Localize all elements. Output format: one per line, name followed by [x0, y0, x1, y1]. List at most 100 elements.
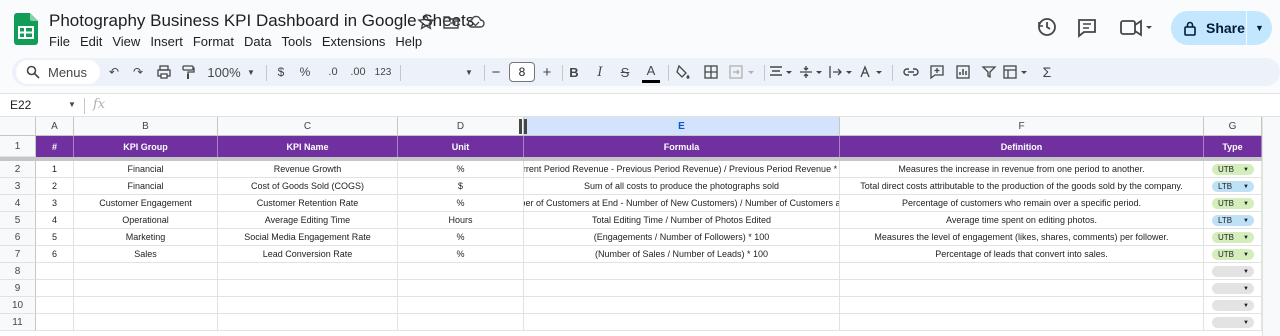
table-cell[interactable]: [218, 263, 398, 280]
table-cell[interactable]: %: [398, 246, 524, 263]
filter-views-icon[interactable]: [1002, 64, 1032, 80]
name-box[interactable]: E22: [10, 98, 31, 112]
column-header-d[interactable]: D: [398, 117, 524, 136]
type-dropdown-chip[interactable]: UTB ▼: [1212, 164, 1254, 175]
insert-comment-icon[interactable]: [928, 64, 946, 80]
decrease-decimal-button[interactable]: .0: [322, 58, 344, 86]
star-icon[interactable]: [417, 13, 435, 31]
menu-help[interactable]: Help: [390, 32, 427, 51]
column-header-g[interactable]: G: [1204, 117, 1262, 136]
number-format-button[interactable]: 123: [372, 58, 394, 86]
column-header-b[interactable]: B: [74, 117, 218, 136]
table-cell[interactable]: Cost of Goods Sold (COGS): [218, 178, 398, 195]
type-cell[interactable]: UTB ▼: [1204, 195, 1262, 212]
table-cell[interactable]: 3: [36, 195, 74, 212]
percent-format-button[interactable]: %: [298, 58, 312, 86]
text-wrapping-icon[interactable]: [828, 64, 856, 80]
type-cell[interactable]: ▼: [1204, 280, 1262, 297]
table-cell[interactable]: Measures the increase in revenue from on…: [840, 161, 1204, 178]
undo-icon[interactable]: ↶: [104, 58, 124, 86]
table-cell[interactable]: [74, 297, 218, 314]
table-cell[interactable]: $: [398, 178, 524, 195]
merge-cells-icon[interactable]: [728, 64, 758, 80]
table-cell[interactable]: Total Editing Time / Number of Photos Ed…: [524, 212, 840, 229]
table-cell[interactable]: Social Media Engagement Rate: [218, 229, 398, 246]
row-header-10[interactable]: 10: [0, 297, 36, 314]
table-cell[interactable]: [218, 314, 398, 331]
zoom-caret-icon[interactable]: ▼: [244, 58, 258, 86]
table-cell[interactable]: Customer Engagement: [74, 195, 218, 212]
table-cell[interactable]: 1: [36, 161, 74, 178]
text-rotation-icon[interactable]: [858, 64, 886, 80]
type-dropdown-chip[interactable]: LTB ▼: [1212, 181, 1254, 192]
type-cell[interactable]: ▼: [1204, 263, 1262, 280]
column-header-f[interactable]: F: [840, 117, 1204, 136]
comments-icon[interactable]: [1076, 12, 1098, 44]
menu-extensions[interactable]: Extensions: [317, 32, 391, 51]
select-all-corner[interactable]: [0, 117, 36, 136]
meet-video-icon[interactable]: [1118, 12, 1156, 44]
vertical-align-icon[interactable]: [798, 64, 826, 80]
table-cell[interactable]: [36, 280, 74, 297]
table-cell[interactable]: %: [398, 195, 524, 212]
share-dropdown-icon[interactable]: ▼: [1247, 23, 1272, 33]
table-cell[interactable]: Average time spent on editing photos.: [840, 212, 1204, 229]
row-header-3[interactable]: 3: [0, 178, 36, 195]
share-button[interactable]: Share ▼: [1171, 11, 1272, 45]
table-cell[interactable]: [524, 280, 840, 297]
print-icon[interactable]: [154, 64, 174, 80]
table-cell[interactable]: Customer Retention Rate: [218, 195, 398, 212]
table-cell[interactable]: Average Editing Time: [218, 212, 398, 229]
type-cell[interactable]: LTB ▼: [1204, 178, 1262, 195]
name-box-caret-icon[interactable]: ▼: [68, 100, 76, 109]
type-cell[interactable]: UTB ▼: [1204, 229, 1262, 246]
menu-view[interactable]: View: [107, 32, 145, 51]
currency-format-button[interactable]: $: [274, 58, 288, 86]
table-cell[interactable]: [840, 314, 1204, 331]
row-header-6[interactable]: 6: [0, 229, 36, 246]
table-cell[interactable]: [524, 297, 840, 314]
table-cell[interactable]: %: [398, 161, 524, 178]
table-cell[interactable]: 4: [36, 212, 74, 229]
frozen-column-handle[interactable]: [519, 119, 527, 134]
column-header-e[interactable]: E: [524, 117, 840, 136]
column-header-c[interactable]: C: [218, 117, 398, 136]
table-cell[interactable]: Total direct costs attributable to the p…: [840, 178, 1204, 195]
table-cell[interactable]: Marketing: [74, 229, 218, 246]
table-cell[interactable]: [398, 314, 524, 331]
type-dropdown-chip[interactable]: ▼: [1212, 317, 1254, 328]
menu-edit[interactable]: Edit: [75, 32, 107, 51]
row-header-11[interactable]: 11: [0, 314, 36, 331]
type-cell[interactable]: LTB ▼: [1204, 212, 1262, 229]
table-cell[interactable]: Hours: [398, 212, 524, 229]
insert-chart-icon[interactable]: [954, 64, 972, 80]
type-dropdown-chip[interactable]: UTB ▼: [1212, 249, 1254, 260]
row-header-4[interactable]: 4: [0, 195, 36, 212]
borders-icon[interactable]: [702, 64, 720, 80]
menu-tools[interactable]: Tools: [276, 32, 316, 51]
column-header-a[interactable]: A: [36, 117, 74, 136]
table-cell[interactable]: [840, 263, 1204, 280]
document-title[interactable]: Photography Business KPI Dashboard in Go…: [49, 11, 474, 31]
redo-icon[interactable]: ↷: [128, 58, 148, 86]
table-cell[interactable]: [218, 280, 398, 297]
table-cell[interactable]: Financial: [74, 161, 218, 178]
share-main-button[interactable]: Share: [1171, 11, 1246, 45]
table-cell[interactable]: [36, 297, 74, 314]
table-cell[interactable]: [36, 314, 74, 331]
type-dropdown-chip[interactable]: ▼: [1212, 300, 1254, 311]
menu-format[interactable]: Format: [188, 32, 239, 51]
table-cell[interactable]: Percentage of customers who remain over …: [840, 195, 1204, 212]
table-cell[interactable]: 2: [36, 178, 74, 195]
type-dropdown-chip[interactable]: ▼: [1212, 283, 1254, 294]
table-cell[interactable]: [840, 280, 1204, 297]
table-cell[interactable]: [398, 280, 524, 297]
version-history-icon[interactable]: [1036, 12, 1058, 44]
table-cell[interactable]: [218, 297, 398, 314]
row-header-2[interactable]: 2: [0, 161, 36, 178]
table-cell[interactable]: Revenue Growth: [218, 161, 398, 178]
table-cell[interactable]: Operational: [74, 212, 218, 229]
font-caret-icon[interactable]: ▼: [462, 58, 476, 86]
type-dropdown-chip[interactable]: LTB ▼: [1212, 215, 1254, 226]
strikethrough-icon[interactable]: S: [616, 58, 634, 86]
